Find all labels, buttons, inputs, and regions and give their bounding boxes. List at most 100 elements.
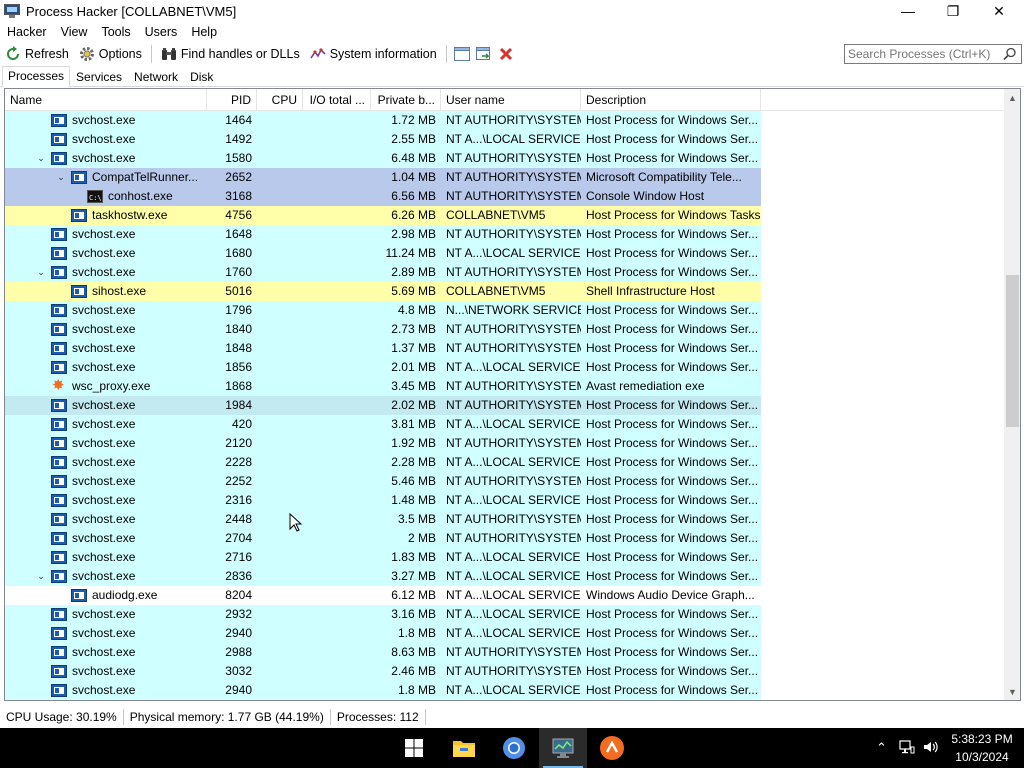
expand-chevron-icon[interactable]: ⌄ bbox=[35, 149, 47, 168]
search-input[interactable] bbox=[845, 45, 997, 63]
taskbar-chromium-browser[interactable] bbox=[490, 728, 538, 768]
process-name-cell[interactable]: ⌄ svchost.exe bbox=[5, 263, 207, 282]
process-row[interactable]: svchost.exe 2932 3.16 MB NT A...\LOCAL SERV… bbox=[5, 605, 1005, 624]
options-button[interactable]: Options bbox=[74, 43, 147, 65]
process-name-cell[interactable]: svchost.exe bbox=[5, 396, 207, 415]
expand-chevron-icon[interactable]: ⌄ bbox=[55, 168, 67, 187]
process-name-cell[interactable]: svchost.exe bbox=[5, 130, 207, 149]
process-name-cell[interactable]: wsc_proxy.exe bbox=[5, 377, 207, 396]
tab-disk[interactable]: Disk bbox=[184, 67, 219, 86]
expand-chevron-icon[interactable]: ⌄ bbox=[35, 567, 47, 586]
window-icon-button[interactable] bbox=[451, 43, 473, 65]
process-row[interactable]: svchost.exe 1840 2.73 MB NT AUTHORITY\SYSTE… bbox=[5, 320, 1005, 339]
process-row[interactable]: svchost.exe 3032 2.46 MB NT AUTHORITY\SYSTE… bbox=[5, 662, 1005, 681]
tab-processes[interactable]: Processes bbox=[2, 66, 71, 87]
taskbar-avast[interactable] bbox=[588, 728, 636, 768]
process-name-cell[interactable]: svchost.exe bbox=[5, 453, 207, 472]
process-name-cell[interactable]: svchost.exe bbox=[5, 681, 207, 700]
process-name-cell[interactable]: svchost.exe bbox=[5, 548, 207, 567]
column-header-pid[interactable]: PID bbox=[207, 89, 257, 111]
process-row[interactable]: svchost.exe 2448 3.5 MB NT AUTHORITY\SYSTEM… bbox=[5, 510, 1005, 529]
process-name-cell[interactable]: svchost.exe bbox=[5, 662, 207, 681]
process-row[interactable]: svchost.exe 2252 5.46 MB NT AUTHORITY\SYSTE… bbox=[5, 472, 1005, 491]
column-header-name[interactable]: Name bbox=[5, 89, 207, 111]
scroll-up-arrow-icon[interactable]: ▲ bbox=[1004, 89, 1020, 106]
menu-view[interactable]: View bbox=[54, 22, 95, 42]
column-header-private-bytes[interactable]: Private b... bbox=[371, 89, 441, 111]
menu-help[interactable]: Help bbox=[184, 22, 224, 42]
process-name-cell[interactable]: svchost.exe bbox=[5, 605, 207, 624]
start-button[interactable] bbox=[390, 728, 438, 768]
taskbar-file-explorer[interactable] bbox=[440, 728, 488, 768]
process-row[interactable]: svchost.exe 420 3.81 MB NT A...\LOCAL SERVI… bbox=[5, 415, 1005, 434]
process-row[interactable]: svchost.exe 1464 1.72 MB NT AUTHORITY\SYSTE… bbox=[5, 111, 1005, 130]
tab-services[interactable]: Services bbox=[70, 67, 128, 86]
process-row[interactable]: sihost.exe 5016 5.69 MB COLLABNET\VM5 Shell … bbox=[5, 282, 1005, 301]
find-handles-button[interactable]: Find handles or DLLs bbox=[156, 43, 305, 65]
process-row[interactable]: svchost.exe 2704 2 MB NT AUTHORITY\SYSTEM Ho… bbox=[5, 529, 1005, 548]
process-row[interactable]: svchost.exe 2120 1.92 MB NT AUTHORITY\SYSTE… bbox=[5, 434, 1005, 453]
process-name-cell[interactable]: svchost.exe bbox=[5, 339, 207, 358]
process-name-cell[interactable]: svchost.exe bbox=[5, 472, 207, 491]
close-button[interactable]: ✕ bbox=[976, 0, 1022, 22]
process-row[interactable]: svchost.exe 2228 2.28 MB NT A...\LOCAL SERV… bbox=[5, 453, 1005, 472]
process-name-cell[interactable]: svchost.exe bbox=[5, 111, 207, 130]
system-information-button[interactable]: System information bbox=[305, 43, 442, 65]
process-name-cell[interactable]: svchost.exe bbox=[5, 320, 207, 339]
process-name-cell[interactable]: ⌄ svchost.exe bbox=[5, 149, 207, 168]
process-row[interactable]: svchost.exe 1848 1.37 MB NT AUTHORITY\SYSTE… bbox=[5, 339, 1005, 358]
refresh-button[interactable]: Refresh bbox=[0, 43, 74, 65]
process-row[interactable]: svchost.exe 1796 4.8 MB N...\NETWORK SERVIC… bbox=[5, 301, 1005, 320]
process-name-cell[interactable]: svchost.exe bbox=[5, 301, 207, 320]
process-name-cell[interactable]: ⌄ CompatTelRunner... bbox=[5, 168, 207, 187]
process-name-cell[interactable]: sihost.exe bbox=[5, 282, 207, 301]
show-details-button[interactable] bbox=[473, 43, 495, 65]
process-name-cell[interactable]: conhost.exe bbox=[5, 187, 207, 206]
vertical-scrollbar[interactable]: ▲ ▼ bbox=[1004, 89, 1020, 700]
terminate-button[interactable] bbox=[495, 43, 517, 65]
process-name-cell[interactable]: svchost.exe bbox=[5, 529, 207, 548]
process-row[interactable]: svchost.exe 1984 2.02 MB NT AUTHORITY\SYSTE… bbox=[5, 396, 1005, 415]
process-row[interactable]: svchost.exe 1648 2.98 MB NT AUTHORITY\SYSTE… bbox=[5, 225, 1005, 244]
process-name-cell[interactable]: svchost.exe bbox=[5, 434, 207, 453]
show-hidden-icons-chevron-icon[interactable]: ⌃ bbox=[876, 740, 887, 756]
process-name-cell[interactable]: ⌄ svchost.exe bbox=[5, 567, 207, 586]
expand-chevron-icon[interactable]: ⌄ bbox=[35, 263, 47, 282]
process-name-cell[interactable]: svchost.exe bbox=[5, 643, 207, 662]
column-header-description[interactable]: Description bbox=[581, 89, 761, 111]
process-name-cell[interactable]: svchost.exe bbox=[5, 491, 207, 510]
process-row[interactable]: ⌄ svchost.exe 2836 3.27 MB NT A...\LOCAL SER… bbox=[5, 567, 1005, 586]
process-name-cell[interactable]: svchost.exe bbox=[5, 624, 207, 643]
minimize-button[interactable]: — bbox=[885, 0, 931, 22]
process-row[interactable]: ⌄ CompatTelRunner... 2652 1.04 MB NT AUTHORI… bbox=[5, 168, 1005, 187]
process-row[interactable]: ⌄ svchost.exe 1580 6.48 MB NT AUTHORITY\SYST… bbox=[5, 149, 1005, 168]
process-row[interactable]: svchost.exe 2940 1.8 MB NT A...\LOCAL SERVI… bbox=[5, 681, 1005, 700]
process-name-cell[interactable]: svchost.exe bbox=[5, 358, 207, 377]
volume-icon[interactable] bbox=[922, 739, 940, 758]
process-row[interactable]: svchost.exe 2716 1.83 MB NT A...\LOCAL SERV… bbox=[5, 548, 1005, 567]
network-icon[interactable] bbox=[899, 739, 915, 758]
taskbar-process-hacker[interactable] bbox=[539, 728, 587, 768]
tab-network[interactable]: Network bbox=[128, 67, 184, 86]
process-row[interactable]: svchost.exe 1856 2.01 MB NT A...\LOCAL SERV… bbox=[5, 358, 1005, 377]
taskbar-clock[interactable]: 5:38:23 PM 10/3/2024 bbox=[944, 730, 1020, 766]
process-row[interactable]: wsc_proxy.exe 1868 3.45 MB NT AUTHORITY\SYS… bbox=[5, 377, 1005, 396]
process-row[interactable]: svchost.exe 1680 11.24 MB NT A...\LOCAL SER… bbox=[5, 244, 1005, 263]
process-row[interactable]: svchost.exe 1492 2.55 MB NT A...\LOCAL SERV… bbox=[5, 130, 1005, 149]
menu-hacker[interactable]: Hacker bbox=[0, 22, 54, 42]
process-name-cell[interactable]: taskhostw.exe bbox=[5, 206, 207, 225]
column-header-io-total[interactable]: I/O total ... bbox=[303, 89, 371, 111]
process-name-cell[interactable]: svchost.exe bbox=[5, 510, 207, 529]
search-icon[interactable] bbox=[1003, 47, 1017, 61]
process-name-cell[interactable]: svchost.exe bbox=[5, 415, 207, 434]
maximize-button[interactable]: ❐ bbox=[930, 0, 976, 22]
process-row[interactable]: taskhostw.exe 4756 6.26 MB COLLABNET\VM5 Hos… bbox=[5, 206, 1005, 225]
column-header-user-name[interactable]: User name bbox=[441, 89, 581, 111]
process-row[interactable]: svchost.exe 2988 8.63 MB NT AUTHORITY\SYSTE… bbox=[5, 643, 1005, 662]
process-row[interactable]: svchost.exe 2940 1.8 MB NT A...\LOCAL SERVI… bbox=[5, 624, 1005, 643]
menu-tools[interactable]: Tools bbox=[94, 22, 137, 42]
process-row[interactable]: svchost.exe 2316 1.48 MB NT A...\LOCAL SERV… bbox=[5, 491, 1005, 510]
process-row[interactable]: ⌄ svchost.exe 1760 2.89 MB NT AUTHORITY\SYST… bbox=[5, 263, 1005, 282]
menu-users[interactable]: Users bbox=[138, 22, 185, 42]
scroll-down-arrow-icon[interactable]: ▼ bbox=[1004, 683, 1020, 700]
